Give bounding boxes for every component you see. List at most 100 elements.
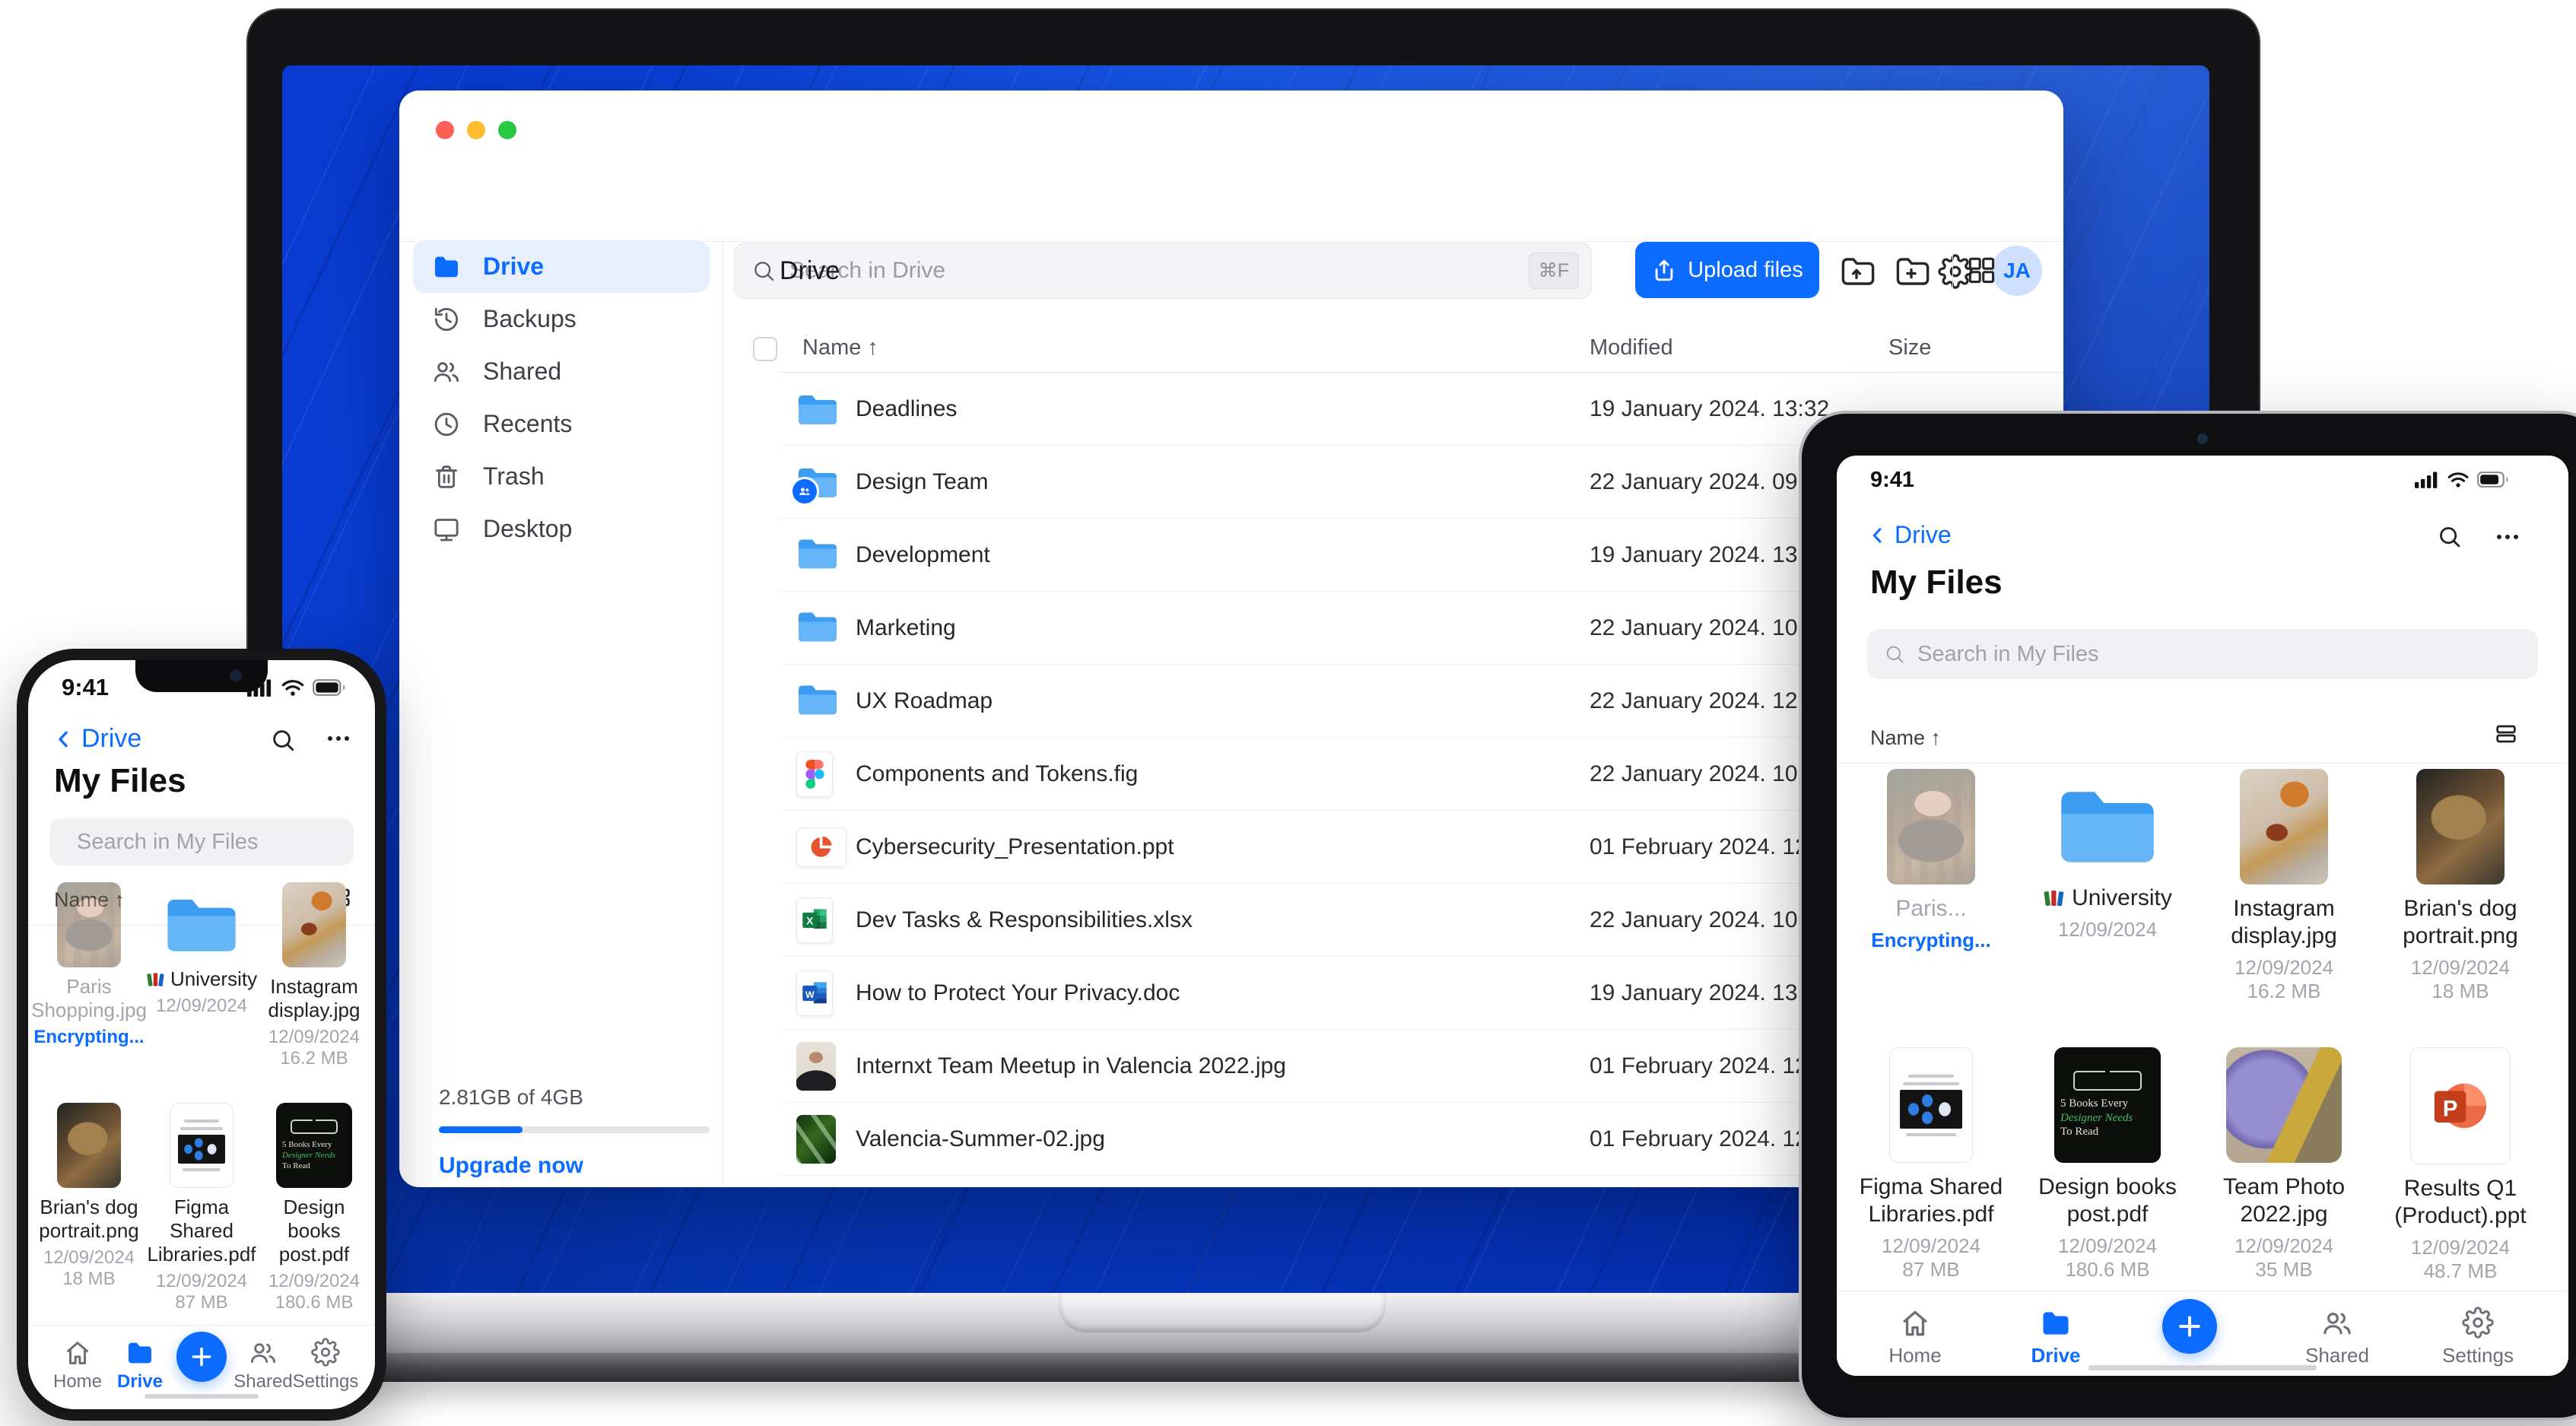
file-date: 12/09/2024	[2057, 918, 2158, 941]
file-card[interactable]: 5 Books Every Designer Needs To Read Desig…	[259, 1103, 370, 1313]
people-icon	[250, 1343, 276, 1364]
tab-drive[interactable]: Drive	[2014, 1307, 2098, 1367]
file-card[interactable]: Instagram display.jpg 12/09/2024 16.2 MB	[259, 876, 370, 1069]
file-date: 12/09/2024	[2410, 956, 2511, 979]
svg-text:P: P	[2443, 1097, 2458, 1121]
file-name: Brian's dog portrait.png	[39, 1196, 139, 1242]
file-date: 12/09/2024	[1881, 1234, 1981, 1257]
file-card[interactable]: Figma Shared Libraries.pdf 12/09/2024 87…	[146, 1103, 257, 1313]
upload-icon	[1655, 259, 1673, 281]
tab-home[interactable]: Home	[1873, 1307, 1957, 1367]
file-size: 180.6 MB	[2065, 1258, 2150, 1281]
tab-label: Drive	[2031, 1344, 2081, 1367]
encrypting-status: Encrypting...	[33, 1027, 145, 1047]
upload-folder-button[interactable]	[1838, 252, 1875, 288]
drive-search-bar[interactable]: ⌘F	[734, 243, 1592, 299]
grid-view-toggle[interactable]	[1963, 252, 1999, 288]
folder-card[interactable]: University 12/09/2024	[146, 876, 257, 1069]
phone-device: 9:41 Drive My Files Search in My Files P…	[17, 649, 386, 1421]
search-bar[interactable]	[49, 818, 365, 865]
file-card[interactable]: Brian's dog portrait.png 12/09/2024 18 M…	[2381, 769, 2540, 1003]
search-button[interactable]	[270, 727, 296, 753]
file-card[interactable]: Team Photo 2022.jpg 12/09/2024 35 MB	[2204, 1047, 2364, 1283]
wifi-icon	[2447, 472, 2469, 488]
file-date: 12/09/2024	[268, 1027, 361, 1047]
column-size[interactable]: Size	[1888, 335, 1931, 360]
more-menu-button[interactable]	[328, 736, 349, 741]
file-name: Instagram display.jpg	[2231, 896, 2337, 948]
file-name: Paris...	[1895, 896, 1967, 921]
list-view-toggle[interactable]	[2494, 722, 2518, 750]
home-icon	[1903, 1310, 1927, 1336]
search-icon	[1886, 646, 1904, 663]
sidebar-item-drive[interactable]: Drive	[413, 240, 710, 293]
file-card[interactable]: Brian's dog portrait.png 12/09/2024 18 M…	[33, 1103, 145, 1313]
new-folder-button[interactable]	[1893, 252, 1930, 288]
column-modified[interactable]: Modified	[1590, 335, 1673, 360]
tab-label: Settings	[292, 1371, 359, 1392]
search-input[interactable]	[75, 828, 365, 856]
back-label: Drive	[1895, 521, 1952, 548]
more-dots-icon	[2497, 535, 2501, 539]
column-name[interactable]: Name ↑	[802, 335, 878, 360]
status-time: 9:41	[1870, 468, 1915, 492]
back-button[interactable]: Drive	[1867, 521, 1952, 549]
chevron-left-icon	[1872, 527, 1882, 543]
select-all-checkbox[interactable]	[753, 337, 777, 361]
file-date: 12/09/2024	[155, 1271, 248, 1291]
figma-file-icon	[796, 751, 833, 797]
file-table-header: Name ↑ Modified Size	[399, 332, 2063, 372]
home-indicator[interactable]	[2088, 1365, 2317, 1370]
more-menu-button[interactable]	[2497, 535, 2518, 539]
file-name-row: University	[146, 967, 257, 991]
zoom-window-button[interactable]	[498, 121, 516, 139]
file-card[interactable]: 5 Books Every Designer Needs To Read Desig…	[2028, 1047, 2187, 1283]
file-date: 12/09/2024	[2410, 1236, 2511, 1259]
file-date: 12/09/2024	[43, 1247, 135, 1268]
photo-thumbnail	[796, 1042, 836, 1091]
tablet-screen: 9:41 Drive My Files Search in My Files N…	[1837, 456, 2568, 1376]
tab-label: Shared	[2305, 1344, 2369, 1367]
drive-search-input[interactable]	[788, 257, 1529, 284]
add-file-fab[interactable]	[2162, 1299, 2217, 1354]
file-thumbnail	[2240, 769, 2328, 885]
file-thumbnail	[2416, 769, 2505, 885]
file-name: Team Photo 2022.jpg	[2222, 1174, 2346, 1227]
tab-settings[interactable]: Settings	[2436, 1307, 2520, 1367]
close-window-button[interactable]	[436, 121, 454, 139]
sort-ascending-arrow: ↑	[1930, 726, 1942, 749]
search-button[interactable]	[2437, 524, 2462, 549]
upload-files-button[interactable]: Upload files	[1635, 242, 1819, 298]
tab-shared[interactable]: Shared	[2295, 1307, 2379, 1367]
minimize-window-button[interactable]	[467, 121, 485, 139]
file-size: 180.6 MB	[275, 1292, 354, 1313]
file-thumbnail	[1889, 1047, 1973, 1163]
file-card[interactable]: P Results Q1 (Product).ppt 12/09/2024 48…	[2381, 1047, 2540, 1283]
folder-card[interactable]: University 12/09/2024	[2028, 769, 2187, 1003]
file-name: Paris Shopping.jpg	[31, 975, 147, 1021]
file-card[interactable]: Instagram display.jpg 12/09/2024 16.2 MB	[2204, 769, 2364, 1003]
file-card[interactable]: Paris Shopping.jpg Encrypting...	[31, 876, 147, 1069]
home-icon	[67, 1342, 88, 1364]
folder-icon	[796, 682, 839, 721]
home-indicator[interactable]	[145, 1394, 259, 1399]
sidebar-item-label: Drive	[483, 252, 545, 280]
back-button[interactable]: Drive	[52, 724, 141, 754]
tab-label: Home	[52, 1371, 103, 1392]
tab-settings[interactable]: Settings	[284, 1338, 367, 1393]
sort-by-name[interactable]: Name ↑	[1870, 726, 1941, 750]
search-bar[interactable]	[1867, 629, 2538, 679]
add-file-fab[interactable]	[176, 1332, 227, 1382]
file-date: 12/09/2024	[155, 996, 248, 1016]
file-card[interactable]: Paris... Encrypting...	[1851, 769, 2011, 1003]
file-thumbnail	[1887, 769, 1975, 885]
file-date: 12/09/2024	[268, 1271, 361, 1291]
people-icon	[2323, 1312, 2351, 1335]
page-title: My Files	[54, 762, 186, 799]
file-card[interactable]: Figma Shared Libraries.pdf 12/09/2024 87…	[1851, 1047, 2011, 1283]
file-thumbnail	[282, 882, 346, 967]
folder-plus-icon	[1896, 258, 1930, 285]
tab-drive[interactable]: Drive	[98, 1338, 182, 1393]
search-input[interactable]	[1916, 640, 2521, 668]
file-name: Instagram display.jpg	[268, 975, 361, 1021]
